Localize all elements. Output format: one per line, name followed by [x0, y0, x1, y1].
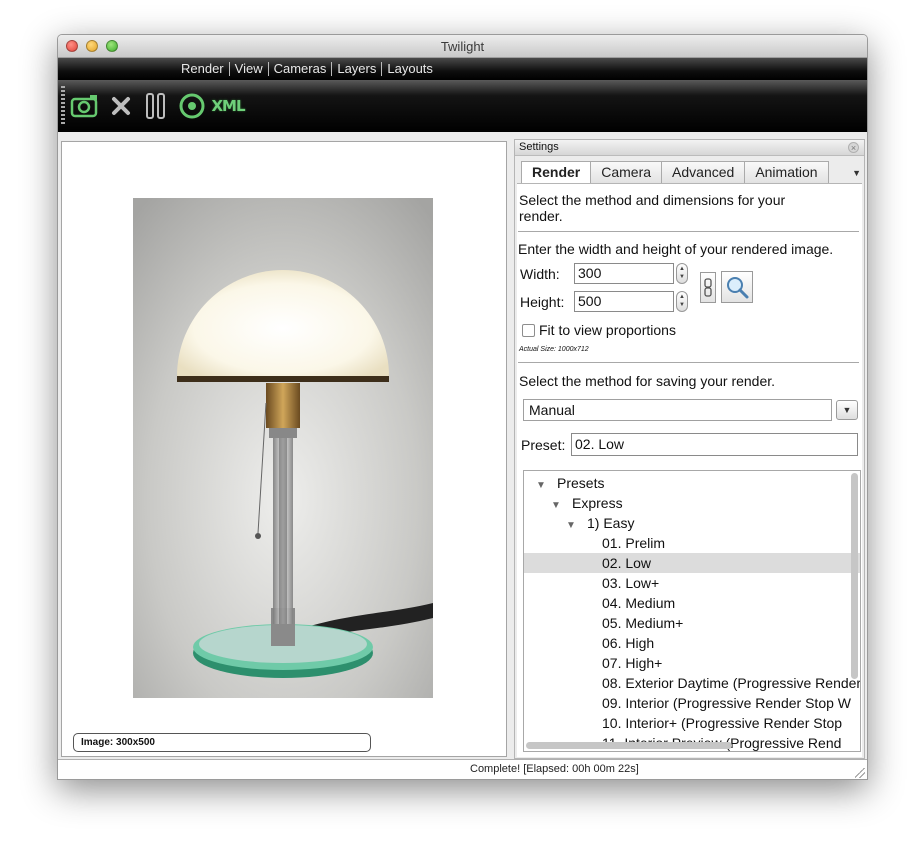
menu-view[interactable]: View	[230, 62, 268, 76]
preset-label: Preset:	[521, 437, 566, 453]
xml-label: XML	[211, 97, 245, 115]
actual-size-text: Actual Size: 1000x712	[519, 346, 589, 353]
tree-node-presets[interactable]: ▼ Presets	[524, 473, 856, 493]
tab-animation[interactable]: Animation	[744, 161, 829, 183]
height-label: Height:	[520, 294, 565, 310]
height-stepper[interactable]: ▲ ▼	[676, 291, 688, 312]
tab-overflow-menu-icon[interactable]: ▼	[852, 168, 861, 178]
settings-tabs: Render Camera Advanced Animation	[521, 161, 829, 184]
fit-to-view-label: Fit to view proportions	[539, 322, 676, 338]
menu-cameras[interactable]: Cameras	[269, 62, 332, 76]
target-icon[interactable]	[178, 92, 206, 120]
window-title: Twilight	[440, 39, 485, 54]
status-text: Complete! [Elapsed: 00h 00m 22s]	[470, 763, 639, 775]
tree-item-preset[interactable]: 10. Interior+ (Progressive Render Stop	[524, 713, 860, 733]
tree-node-express[interactable]: ▼ Express	[524, 493, 860, 513]
tab-advanced[interactable]: Advanced	[661, 161, 746, 183]
tree-item-preset-selected[interactable]: 02. Low	[524, 553, 860, 573]
render-intro-text: Select the method and dimensions for you…	[519, 192, 786, 224]
toolbar: XML	[58, 80, 867, 132]
divider	[518, 362, 859, 363]
preset-tree: ▼ Presets ▼ Express ▼ 1) Easy 01. Prelim 02…	[523, 470, 861, 752]
menu-bar: Render View Cameras Layers Layouts	[58, 58, 867, 80]
toolbar-grip-handle[interactable]	[61, 86, 65, 126]
render-preview-panel: Image: 300x500	[61, 141, 507, 757]
tree-node-easy[interactable]: ▼ 1) Easy	[524, 513, 860, 533]
width-stepper[interactable]: ▲ ▼	[676, 263, 688, 284]
pause-icon[interactable]	[144, 92, 168, 120]
settings-panel: Settings × Render Camera Advanced Animat…	[514, 139, 865, 759]
chevron-down-icon[interactable]: ▼	[836, 400, 858, 420]
magnifier-icon	[727, 277, 749, 299]
tree-item-preset[interactable]: 08. Exterior Daytime (Progressive Render	[524, 673, 860, 693]
width-field[interactable]: 300	[574, 263, 674, 284]
height-field[interactable]: 500	[574, 291, 674, 312]
render-tab-content: Select the method and dimensions for you…	[517, 183, 862, 757]
camera-render-icon[interactable]	[70, 92, 100, 120]
tree-item-preset[interactable]: 07. High+	[524, 653, 860, 673]
link-dimensions-button[interactable]	[700, 272, 716, 303]
image-size-caption: Image: 300x500	[73, 733, 371, 752]
chain-link-icon	[704, 278, 712, 297]
title-bar: Twilight	[58, 35, 867, 58]
menu-layers[interactable]: Layers	[332, 62, 381, 76]
settings-header: Settings ×	[515, 140, 864, 156]
divider	[518, 231, 859, 232]
tree-item-preset[interactable]: 09. Interior (Progressive Render Stop W	[524, 693, 860, 713]
zoom-preview-button[interactable]	[721, 271, 753, 303]
tree-item-preset[interactable]: 05. Medium+	[524, 613, 860, 633]
save-method-select[interactable]: Manual	[523, 399, 832, 421]
tree-item-preset[interactable]: 03. Low+	[524, 573, 860, 593]
menu-render[interactable]: Render	[176, 62, 229, 76]
preset-field[interactable]: 02. Low	[571, 433, 858, 456]
width-label: Width:	[520, 266, 560, 282]
tree-horizontal-scrollbar[interactable]	[526, 742, 732, 749]
status-bar: Complete! [Elapsed: 00h 00m 22s]	[58, 759, 867, 779]
tree-item-preset[interactable]: 06. High	[524, 633, 860, 653]
save-method-prompt: Select the method for saving your render…	[519, 373, 776, 389]
size-prompt-text: Enter the width and height of your rende…	[518, 241, 834, 257]
xml-icon[interactable]: XML	[210, 92, 246, 120]
render-preview-image	[133, 198, 433, 698]
cancel-x-icon[interactable]	[110, 92, 132, 120]
tree-item-preset[interactable]: 04. Medium	[524, 593, 860, 613]
settings-title: Settings	[519, 141, 559, 153]
tab-camera[interactable]: Camera	[590, 161, 663, 183]
resize-grip-icon[interactable]	[855, 768, 865, 778]
tree-vertical-scrollbar[interactable]	[851, 473, 858, 679]
menu-layouts[interactable]: Layouts	[382, 62, 438, 76]
fit-to-view-checkbox[interactable]	[522, 324, 535, 337]
tab-render[interactable]: Render	[521, 161, 592, 184]
tree-item-preset[interactable]: 01. Prelim	[524, 533, 860, 553]
close-settings-icon[interactable]: ×	[848, 142, 859, 153]
app-window: Twilight Render View Cameras Layers Layo…	[57, 34, 868, 780]
